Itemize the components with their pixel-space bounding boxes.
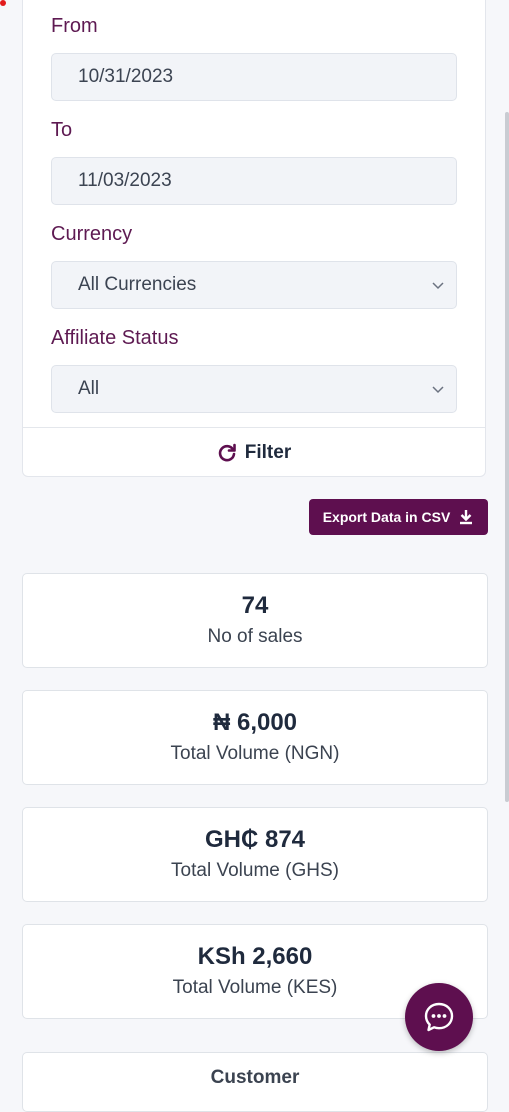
stat-value: 74 (241, 592, 269, 619)
to-date-input[interactable]: 11/03/2023 (51, 157, 457, 205)
stat-card-ngn: ₦ 6,000 Total Volume (NGN) (22, 690, 488, 785)
notification-dot (0, 0, 6, 6)
refresh-icon (218, 443, 236, 461)
stat-caption: Total Volume (GHS) (171, 860, 339, 881)
scrollbar[interactable] (505, 112, 509, 802)
stat-caption: Total Volume (NGN) (170, 743, 340, 764)
stat-value: KSh 2,660 (197, 943, 313, 970)
to-label: To (51, 119, 73, 141)
currency-select[interactable]: All Currencies (51, 261, 457, 309)
filter-button-label: Filter (244, 441, 292, 463)
affiliate-status-value: All (78, 378, 100, 399)
stat-card-ghs: GH₵ 874 Total Volume (GHS) (22, 807, 488, 902)
currency-select-value: All Currencies (78, 274, 197, 295)
affiliate-status-label: Affiliate Status (51, 327, 179, 349)
filter-button[interactable]: Filter (23, 428, 485, 477)
export-button-label: Export Data in CSV (322, 509, 451, 525)
stat-value: GH₵ 874 (204, 826, 306, 853)
export-csv-button[interactable]: Export Data in CSV (309, 499, 488, 535)
stat-card-customer: Customer (22, 1052, 488, 1112)
affiliate-status-select[interactable]: All (51, 365, 457, 413)
chevron-down-icon (432, 386, 444, 394)
chat-button[interactable] (405, 983, 473, 1051)
filter-panel: From 10/31/2023 To 11/03/2023 Currency A… (22, 0, 486, 477)
currency-label: Currency (51, 223, 133, 245)
from-date-input[interactable]: 10/31/2023 (51, 53, 457, 101)
download-icon (460, 510, 473, 525)
from-label: From (51, 15, 98, 37)
stat-value: ₦ 6,000 (212, 709, 298, 736)
chat-bubble-icon (424, 1002, 454, 1032)
stat-caption: Customer (210, 1067, 300, 1088)
stat-caption: No of sales (207, 626, 303, 647)
stat-card-sales: 74 No of sales (22, 573, 488, 668)
chevron-down-icon (432, 282, 444, 290)
